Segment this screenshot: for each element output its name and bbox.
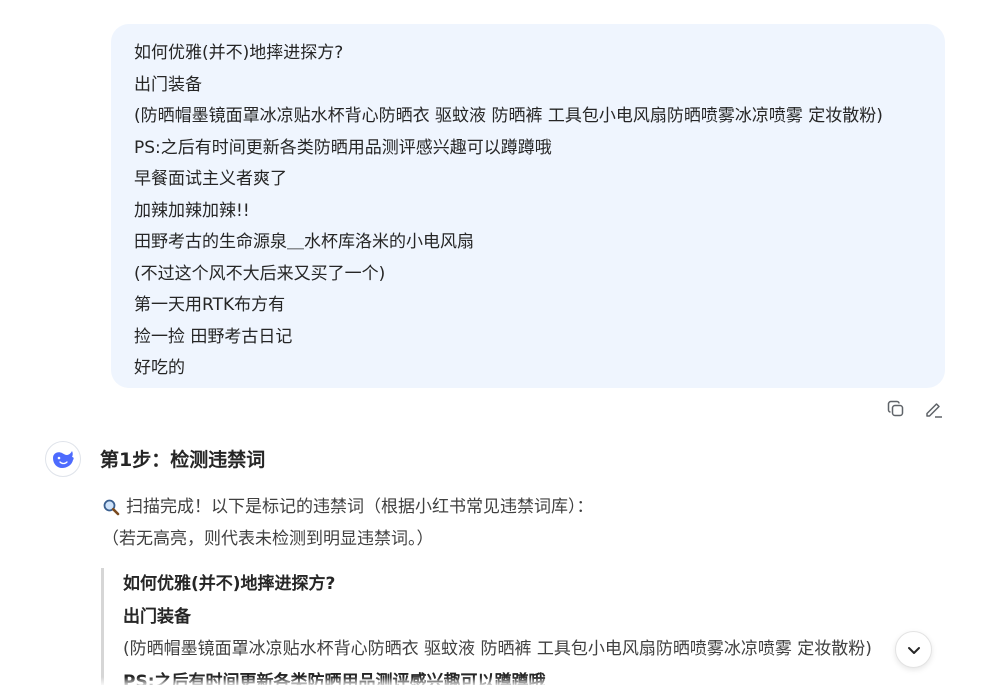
chat-page: 如何优雅(并不)地摔进探方? 出门装备 (防晒帽墨镜面罩冰凉贴水杯背心防晒衣 驱… — [0, 0, 987, 685]
quote-line: PS:之后有时间更新各类防晒用品测评感兴趣可以蹲蹲哦 — [123, 671, 546, 685]
quote-line: 出门装备 — [123, 606, 191, 627]
user-message-line: (防晒帽墨镜面罩冰凉贴水杯背心防晒衣 驱蚊液 防晒裤 工具包小电风扇防晒喷雾冰凉… — [134, 106, 883, 126]
quoted-text-block: 如何优雅(并不)地摔进探方? 出门装备 (防晒帽墨镜面罩冰凉贴水杯背心防晒衣 驱… — [101, 568, 901, 685]
user-message-line: 出门装备 — [134, 74, 202, 95]
assistant-avatar — [45, 441, 81, 477]
chevron-down-icon — [907, 646, 920, 654]
quote-line: (防晒帽墨镜面罩冰凉贴水杯背心防晒衣 驱蚊液 防晒裤 工具包小电风扇防晒喷雾冰凉… — [123, 639, 872, 659]
user-message-line: 第一天用RTK布方有 — [134, 295, 286, 315]
edit-icon — [926, 403, 942, 418]
user-message-line: 好吃的 — [134, 358, 185, 378]
copy-icon — [887, 400, 904, 417]
whale-logo-icon — [53, 451, 74, 468]
edit-button[interactable] — [923, 398, 945, 420]
user-message-line: 如何优雅(并不)地摔进探方? — [134, 43, 344, 63]
quote-line: 如何优雅(并不)地摔进探方? — [123, 574, 336, 594]
user-message-line: 捡一捡 田野考古日记 — [134, 326, 293, 347]
magnifier-icon — [103, 499, 120, 516]
scan-result-text: 扫描完成！以下是标记的违禁词（根据小红书常见违禁词库）： — [126, 497, 594, 517]
user-message-bubble: 如何优雅(并不)地摔进探方? 出门装备 (防晒帽墨镜面罩冰凉贴水杯背心防晒衣 驱… — [111, 24, 945, 388]
scroll-to-bottom-button[interactable] — [895, 631, 932, 668]
user-message-line: 田野考古的生命源泉＿水杯库洛米的小电风扇 — [134, 232, 474, 252]
message-actions — [885, 398, 945, 420]
step-title: 第1步：检测违禁词 — [100, 449, 266, 471]
copy-button[interactable] — [885, 398, 907, 420]
user-message-line: 早餐面试主义者爽了 — [134, 169, 287, 189]
scan-result-line: 扫描完成！以下是标记的违禁词（根据小红书常见违禁词库）： — [102, 494, 594, 520]
note-text: （若无高亮，则代表未检测到明显违禁词。） — [102, 529, 434, 549]
user-message-line: PS:之后有时间更新各类防晒用品测评感兴趣可以蹲蹲哦 — [134, 137, 552, 158]
user-message-line: (不过这个风不大后来又买了一个) — [134, 263, 386, 284]
user-message-line: 加辣加辣加辣!! — [134, 200, 250, 221]
